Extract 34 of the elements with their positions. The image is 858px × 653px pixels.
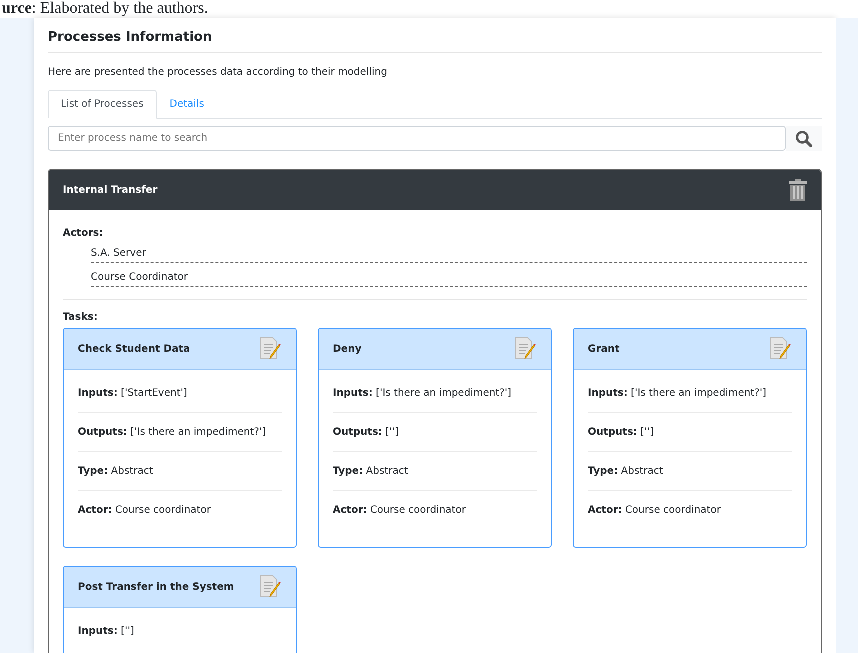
task-name: Post Transfer in the System	[78, 582, 234, 592]
actor-item: Course Coordinator	[91, 266, 807, 287]
search-field[interactable]: Enter process name to search	[48, 126, 786, 151]
task-field: Actor: Course coordinator	[333, 491, 537, 529]
actor-item: S.A. Server	[91, 242, 807, 263]
process-name: Internal Transfer	[63, 184, 158, 196]
trash-icon[interactable]	[789, 179, 807, 201]
edit-icon[interactable]	[770, 337, 792, 361]
section-label: Tasks:	[63, 312, 99, 323]
task-field: Inputs: ['Is there an impediment?']	[333, 374, 537, 413]
search-icon	[795, 130, 813, 148]
task-name: Grant	[588, 344, 620, 354]
edit-icon[interactable]	[260, 575, 282, 599]
search-button[interactable]	[786, 126, 822, 151]
task-field: Inputs: ['']	[78, 612, 282, 650]
edit-icon[interactable]	[515, 337, 537, 361]
task-field: Inputs: ['Is there an impediment?']	[588, 374, 792, 413]
task-field: Type: Abstract	[333, 452, 537, 491]
task-field: Outputs: ['']	[588, 413, 792, 452]
task-field: Actor: Course coordinator	[78, 491, 282, 529]
task-name: Deny	[333, 344, 362, 354]
page-title: Processes Information	[48, 20, 822, 53]
task-field: Outputs: ['']	[333, 413, 537, 452]
task-field: Inputs: ['StartEvent']	[78, 374, 282, 413]
description: Here are presented the processes data according to their modelling	[48, 66, 388, 80]
edit-icon[interactable]	[260, 337, 282, 361]
task-field: Outputs: ['Is there an impediment?']	[78, 413, 282, 452]
task-field: Type: Abstract	[78, 452, 282, 491]
task-field: Type: Abstract	[588, 452, 792, 491]
task-name: Check Student Data	[78, 344, 190, 354]
tab[interactable]: List of Processes	[48, 90, 157, 119]
section-label: Actors:	[63, 228, 104, 239]
caption: urce: Elaborated by the authors.	[2, 0, 208, 18]
task-field: Actor: Course coordinator	[588, 491, 792, 529]
